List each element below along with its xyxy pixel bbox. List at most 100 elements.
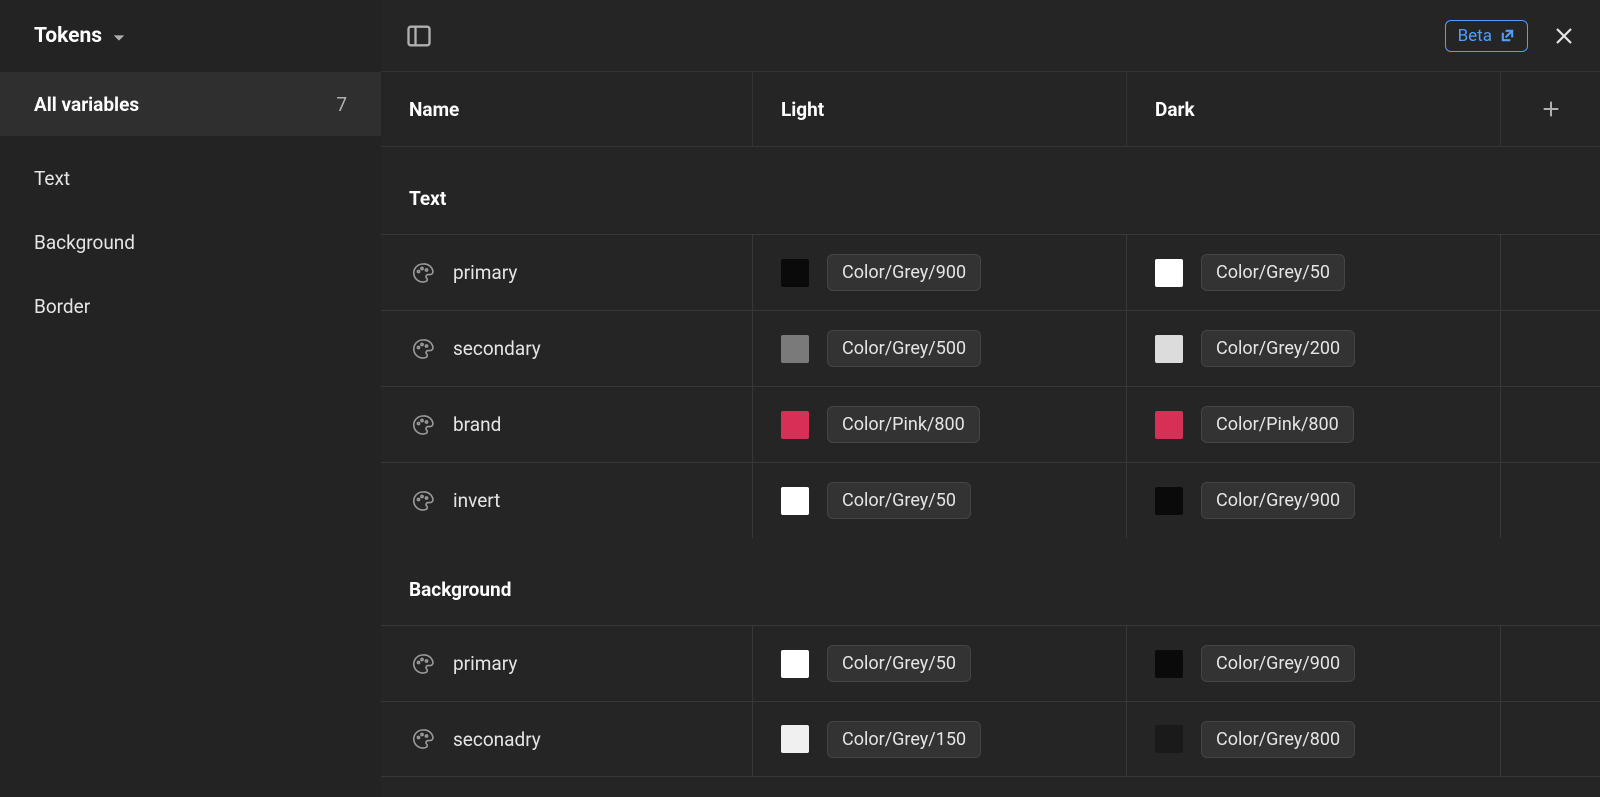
column-header-add[interactable] — [1501, 98, 1600, 120]
variable-mode-cell[interactable]: Color/Grey/800 — [1127, 702, 1501, 776]
color-swatch — [781, 650, 809, 678]
token-chip[interactable]: Color/Grey/900 — [827, 254, 981, 291]
color-swatch — [1155, 487, 1183, 515]
color-swatch — [781, 487, 809, 515]
column-label: Dark — [1155, 98, 1195, 121]
token-chip[interactable]: Color/Grey/900 — [1201, 645, 1355, 682]
sidebar-item-label: Text — [34, 167, 70, 190]
row-tail — [1501, 626, 1600, 701]
variable-row[interactable]: secondary Color/Grey/500 Color/Grey/200 — [381, 310, 1600, 386]
toolbar-left — [405, 22, 433, 50]
row-tail — [1501, 235, 1600, 310]
token-chip[interactable]: Color/Grey/50 — [827, 482, 971, 519]
sidebar-item-all-variables[interactable]: All variables 7 — [0, 72, 381, 136]
plus-icon — [1540, 98, 1562, 120]
variable-row[interactable]: primary Color/Grey/900 Color/Grey/50 — [381, 234, 1600, 310]
token-chip[interactable]: Color/Grey/150 — [827, 721, 981, 758]
variable-name: brand — [453, 413, 501, 436]
row-tail — [1501, 311, 1600, 386]
group-header: Text — [381, 147, 1600, 234]
sidebar-item-border[interactable]: Border — [0, 274, 381, 338]
external-link-icon — [1500, 28, 1515, 43]
column-header-light[interactable]: Light — [753, 72, 1127, 146]
variable-mode-cell[interactable]: Color/Grey/50 — [1127, 235, 1501, 310]
row-tail — [1501, 463, 1600, 538]
color-swatch — [1155, 411, 1183, 439]
palette-icon — [411, 652, 435, 676]
variable-mode-cell[interactable]: Color/Grey/200 — [1127, 311, 1501, 386]
color-swatch — [781, 335, 809, 363]
token-chip[interactable]: Color/Pink/800 — [1201, 406, 1354, 443]
variable-name-cell[interactable]: primary — [381, 235, 753, 310]
palette-icon — [411, 489, 435, 513]
variable-mode-cell[interactable]: Color/Pink/800 — [1127, 387, 1501, 462]
beta-label: Beta — [1458, 26, 1492, 46]
token-chip[interactable]: Color/Grey/200 — [1201, 330, 1355, 367]
color-swatch — [781, 411, 809, 439]
token-chip[interactable]: Color/Grey/50 — [1201, 254, 1345, 291]
palette-icon — [411, 727, 435, 751]
variable-name-cell[interactable]: secondary — [381, 311, 753, 386]
sidebar: Tokens All variables 7 Text Background B… — [0, 0, 381, 797]
palette-icon — [411, 337, 435, 361]
variable-name-cell[interactable]: invert — [381, 463, 753, 538]
variable-name-cell[interactable]: brand — [381, 387, 753, 462]
variable-mode-cell[interactable]: Color/Grey/900 — [1127, 626, 1501, 701]
variable-row[interactable]: brand Color/Pink/800 Color/Pink/800 — [381, 386, 1600, 462]
palette-icon — [411, 413, 435, 437]
sidebar-toggle-icon[interactable] — [405, 22, 433, 50]
column-header-name: Name — [381, 72, 753, 146]
variable-name: invert — [453, 489, 500, 512]
sidebar-item-label: Background — [34, 231, 135, 254]
variable-mode-cell[interactable]: Color/Grey/50 — [753, 463, 1127, 538]
variable-name: secondary — [453, 337, 541, 360]
token-chip[interactable]: Color/Grey/800 — [1201, 721, 1355, 758]
color-swatch — [781, 725, 809, 753]
color-swatch — [1155, 650, 1183, 678]
sidebar-item-background[interactable]: Background — [0, 210, 381, 274]
toolbar: Beta — [381, 0, 1600, 72]
token-chip[interactable]: Color/Grey/900 — [1201, 482, 1355, 519]
main-panel: Beta Name Light Dark — [381, 0, 1600, 797]
column-label: Light — [781, 98, 824, 121]
palette-icon — [411, 261, 435, 285]
sidebar-item-label: Border — [34, 295, 90, 318]
variable-row[interactable]: seconadry Color/Grey/150 Color/Grey/800 — [381, 701, 1600, 777]
column-header-dark[interactable]: Dark — [1127, 72, 1501, 146]
variable-mode-cell[interactable]: Color/Grey/900 — [1127, 463, 1501, 538]
sidebar-item-count: 7 — [336, 93, 347, 116]
variable-row[interactable]: invert Color/Grey/50 Color/Grey/900 — [381, 462, 1600, 538]
color-swatch — [781, 259, 809, 287]
beta-badge[interactable]: Beta — [1445, 20, 1528, 52]
token-chip[interactable]: Color/Pink/800 — [827, 406, 980, 443]
variable-mode-cell[interactable]: Color/Grey/50 — [753, 626, 1127, 701]
group-header: Background — [381, 538, 1600, 625]
variables-content: Text primaryColor/Grey/900Color/Grey/50 … — [381, 147, 1600, 797]
close-icon[interactable] — [1552, 24, 1576, 48]
collection-title: Tokens — [34, 24, 102, 48]
row-tail — [1501, 702, 1600, 776]
color-swatch — [1155, 725, 1183, 753]
token-chip[interactable]: Color/Grey/50 — [827, 645, 971, 682]
variable-mode-cell[interactable]: Color/Grey/500 — [753, 311, 1127, 386]
variable-name-cell[interactable]: primary — [381, 626, 753, 701]
variable-name: seconadry — [453, 728, 541, 751]
color-swatch — [1155, 335, 1183, 363]
columns-header: Name Light Dark — [381, 72, 1600, 147]
chevron-down-icon — [112, 31, 126, 45]
variable-row[interactable]: primary Color/Grey/50 Color/Grey/900 — [381, 625, 1600, 701]
row-tail — [1501, 387, 1600, 462]
variable-name-cell[interactable]: seconadry — [381, 702, 753, 776]
variable-name: primary — [453, 652, 517, 675]
sidebar-item-label: All variables — [34, 93, 139, 116]
spacer — [0, 136, 381, 146]
sidebar-header[interactable]: Tokens — [0, 0, 381, 72]
sidebar-item-text[interactable]: Text — [0, 146, 381, 210]
column-label: Name — [409, 98, 459, 121]
variable-mode-cell[interactable]: Color/Grey/900 — [753, 235, 1127, 310]
toolbar-right: Beta — [1445, 20, 1576, 52]
token-chip[interactable]: Color/Grey/500 — [827, 330, 981, 367]
color-swatch — [1155, 259, 1183, 287]
variable-mode-cell[interactable]: Color/Pink/800 — [753, 387, 1127, 462]
variable-mode-cell[interactable]: Color/Grey/150 — [753, 702, 1127, 776]
